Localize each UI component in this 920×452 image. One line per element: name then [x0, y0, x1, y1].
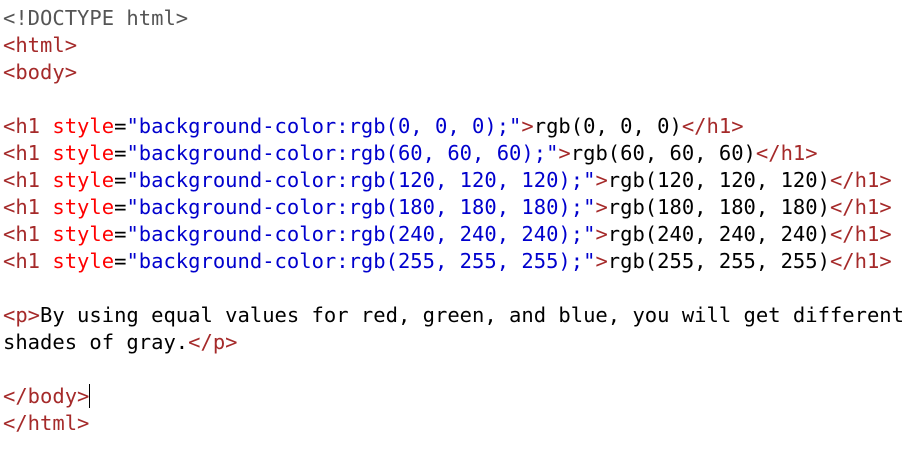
code-string: "background-color:rgb(60, 60, 60);" — [126, 141, 559, 165]
code-line[interactable]: </body> — [3, 383, 920, 410]
code-text: By using equal values for red, green, an… — [40, 303, 904, 327]
code-line[interactable]: <h1 style="background-color:rgb(60, 60, … — [3, 140, 920, 167]
code-text: rgb(120, 120, 120) — [607, 168, 830, 192]
code-tag: <h1 — [3, 249, 53, 273]
code-tag: </h1> — [681, 114, 744, 138]
code-line[interactable]: <h1 style="background-color:rgb(0, 0, 0)… — [3, 113, 920, 140]
code-tag: > — [595, 195, 608, 219]
code-tag: </h1> — [829, 168, 892, 192]
code-tag: > — [595, 249, 608, 273]
code-tag: </body> — [3, 384, 90, 408]
code-tag: </h1> — [829, 249, 892, 273]
code-line[interactable]: <p>By using equal values for red, green,… — [3, 302, 920, 329]
text-cursor — [89, 384, 91, 408]
code-line[interactable]: <html> — [3, 32, 920, 59]
code-attribute: style — [52, 114, 115, 138]
code-text: = — [114, 222, 127, 246]
code-tag: <h1 — [3, 168, 53, 192]
code-string: "background-color:rgb(0, 0, 0);" — [126, 114, 522, 138]
code-text: = — [114, 114, 127, 138]
code-doctype: <!DOCTYPE html> — [3, 6, 189, 30]
code-tag: <h1 — [3, 195, 53, 219]
code-text: rgb(240, 240, 240) — [607, 222, 830, 246]
code-editor[interactable]: <!DOCTYPE html> <html> <body> <h1 style="ba… — [0, 0, 920, 452]
code-line[interactable]: <h1 style="background-color:rgb(180, 180… — [3, 194, 920, 221]
code-tag: <body> — [3, 60, 78, 84]
code-line[interactable]: <h1 style="background-color:rgb(120, 120… — [3, 167, 920, 194]
code-text: rgb(60, 60, 60) — [570, 141, 756, 165]
code-tag: </html> — [3, 411, 90, 435]
code-tag: > — [595, 222, 608, 246]
code-attribute: style — [52, 168, 115, 192]
code-line[interactable] — [3, 356, 920, 383]
code-text: = — [114, 195, 127, 219]
code-tag: <h1 — [3, 141, 53, 165]
code-string: "background-color:rgb(120, 120, 120);" — [126, 168, 596, 192]
code-line[interactable]: </html> — [3, 410, 920, 437]
code-text: = — [114, 249, 127, 273]
code-text: rgb(255, 255, 255) — [607, 249, 830, 273]
code-string: "background-color:rgb(240, 240, 240);" — [126, 222, 596, 246]
code-string: "background-color:rgb(180, 180, 180);" — [126, 195, 596, 219]
code-tag: <html> — [3, 33, 78, 57]
code-text: rgb(0, 0, 0) — [533, 114, 682, 138]
code-line[interactable] — [3, 86, 920, 113]
code-attribute: style — [52, 249, 115, 273]
code-attribute: style — [52, 222, 115, 246]
code-string: "background-color:rgb(255, 255, 255);" — [126, 249, 596, 273]
code-tag: </h1> — [829, 195, 892, 219]
code-line[interactable]: <!DOCTYPE html> — [3, 5, 920, 32]
code-tag: <h1 — [3, 114, 53, 138]
code-tag: > — [521, 114, 534, 138]
code-attribute: style — [52, 195, 115, 219]
code-line[interactable]: shades of gray.</p> — [3, 329, 920, 356]
code-tag: </p> — [188, 330, 238, 354]
code-text: rgb(180, 180, 180) — [607, 195, 830, 219]
code-line[interactable]: <h1 style="background-color:rgb(240, 240… — [3, 221, 920, 248]
code-tag: > — [595, 168, 608, 192]
code-attribute: style — [52, 141, 115, 165]
code-tag: <h1 — [3, 222, 53, 246]
code-tag: </h1> — [829, 222, 892, 246]
code-tag: <p> — [3, 303, 41, 327]
code-line[interactable]: <body> — [3, 59, 920, 86]
code-tag: > — [558, 141, 571, 165]
code-text: = — [114, 168, 127, 192]
code-text: = — [114, 141, 127, 165]
code-line[interactable] — [3, 275, 920, 302]
code-tag: </h1> — [755, 141, 818, 165]
code-text: shades of gray. — [3, 330, 189, 354]
code-line[interactable]: <h1 style="background-color:rgb(255, 255… — [3, 248, 920, 275]
